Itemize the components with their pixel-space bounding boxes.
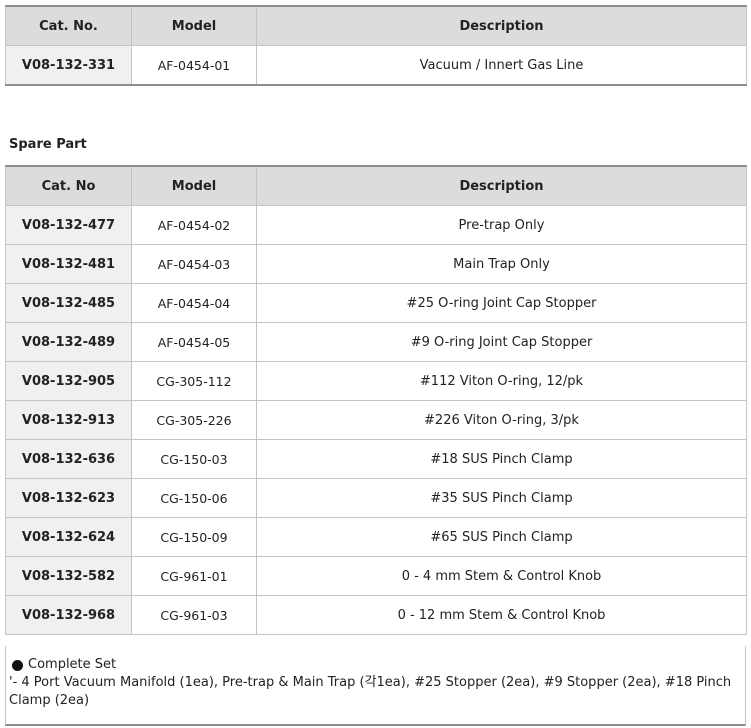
model-cell: CG-150-06 <box>131 478 257 518</box>
cat-no-cell: V08-132-624 <box>5 517 132 557</box>
header-model: Model <box>131 5 257 46</box>
description-cell: #9 O-ring Joint Cap Stopper <box>256 322 747 362</box>
description-cell: #35 SUS Pinch Clamp <box>256 478 747 518</box>
description-cell: #25 O-ring Joint Cap Stopper <box>256 283 747 323</box>
spare-table-header-row: Cat. No Model Description <box>5 165 747 206</box>
note-heading: Complete Set <box>28 657 117 672</box>
note-text: '- 4 Port Vacuum Manifold (1ea), Pre-tra… <box>9 675 732 708</box>
description-cell: #18 SUS Pinch Clamp <box>256 439 747 479</box>
description-cell: 0 - 12 mm Stem & Control Knob <box>256 595 747 635</box>
black-circle-icon <box>12 659 23 671</box>
description-cell: 0 - 4 mm Stem & Control Knob <box>256 556 747 596</box>
model-cell: AF-0454-03 <box>131 244 257 284</box>
model-cell: CG-305-226 <box>131 400 257 440</box>
complete-set-note: Complete Set '- 4 Port Vacuum Manifold (… <box>5 646 746 726</box>
table-row: V08-132-477 AF-0454-02 Pre-trap Only <box>5 205 747 245</box>
cat-no-cell: V08-132-968 <box>5 595 132 635</box>
model-cell: AF-0454-02 <box>131 205 257 245</box>
model-cell: AF-0454-05 <box>131 322 257 362</box>
product-table-header-row: Cat. No. Model Description <box>5 5 747 46</box>
cat-no-cell: V08-132-331 <box>5 45 132 86</box>
table-row: V08-132-623 CG-150-06 #35 SUS Pinch Clam… <box>5 478 747 518</box>
description-cell: #112 Viton O-ring, 12/pk <box>256 361 747 401</box>
model-cell: CG-305-112 <box>131 361 257 401</box>
product-table: Cat. No. Model Description V08-132-331 A… <box>5 5 747 86</box>
table-row: V08-132-489 AF-0454-05 #9 O-ring Joint C… <box>5 322 747 362</box>
table-row: V08-132-913 CG-305-226 #226 Viton O-ring… <box>5 400 747 440</box>
note-heading-row: Complete Set <box>9 656 739 674</box>
model-cell: CG-150-09 <box>131 517 257 557</box>
table-row: V08-132-485 AF-0454-04 #25 O-ring Joint … <box>5 283 747 323</box>
description-cell: Main Trap Only <box>256 244 747 284</box>
header-model: Model <box>131 165 257 206</box>
description-cell: #65 SUS Pinch Clamp <box>256 517 747 557</box>
table-row: V08-132-905 CG-305-112 #112 Viton O-ring… <box>5 361 747 401</box>
description-cell: Pre-trap Only <box>256 205 747 245</box>
description-cell: Vacuum / Innert Gas Line <box>256 45 747 86</box>
cat-no-cell: V08-132-905 <box>5 361 132 401</box>
header-description: Description <box>256 165 747 206</box>
cat-no-cell: V08-132-489 <box>5 322 132 362</box>
cat-no-cell: V08-132-481 <box>5 244 132 284</box>
table-row: V08-132-331 AF-0454-01 Vacuum / Innert G… <box>5 45 747 86</box>
cat-no-cell: V08-132-636 <box>5 439 132 479</box>
cat-no-cell: V08-132-477 <box>5 205 132 245</box>
table-row: V08-132-968 CG-961-03 0 - 12 mm Stem & C… <box>5 595 747 635</box>
model-cell: CG-150-03 <box>131 439 257 479</box>
model-cell: CG-961-03 <box>131 595 257 635</box>
cat-no-cell: V08-132-913 <box>5 400 132 440</box>
table-row: V08-132-636 CG-150-03 #18 SUS Pinch Clam… <box>5 439 747 479</box>
model-cell: AF-0454-04 <box>131 283 257 323</box>
table-row: V08-132-582 CG-961-01 0 - 4 mm Stem & Co… <box>5 556 747 596</box>
model-cell: CG-961-01 <box>131 556 257 596</box>
table-row: V08-132-481 AF-0454-03 Main Trap Only <box>5 244 747 284</box>
description-cell: #226 Viton O-ring, 3/pk <box>256 400 747 440</box>
table-row: V08-132-624 CG-150-09 #65 SUS Pinch Clam… <box>5 517 747 557</box>
model-cell: AF-0454-01 <box>131 45 257 86</box>
cat-no-cell: V08-132-485 <box>5 283 132 323</box>
spare-part-table: Cat. No Model Description V08-132-477 AF… <box>5 165 747 635</box>
header-description: Description <box>256 5 747 46</box>
header-cat-no: Cat. No. <box>5 5 132 46</box>
header-cat-no: Cat. No <box>5 165 132 206</box>
cat-no-cell: V08-132-582 <box>5 556 132 596</box>
section-title-spare-part: Spare Part <box>9 137 87 152</box>
cat-no-cell: V08-132-623 <box>5 478 132 518</box>
